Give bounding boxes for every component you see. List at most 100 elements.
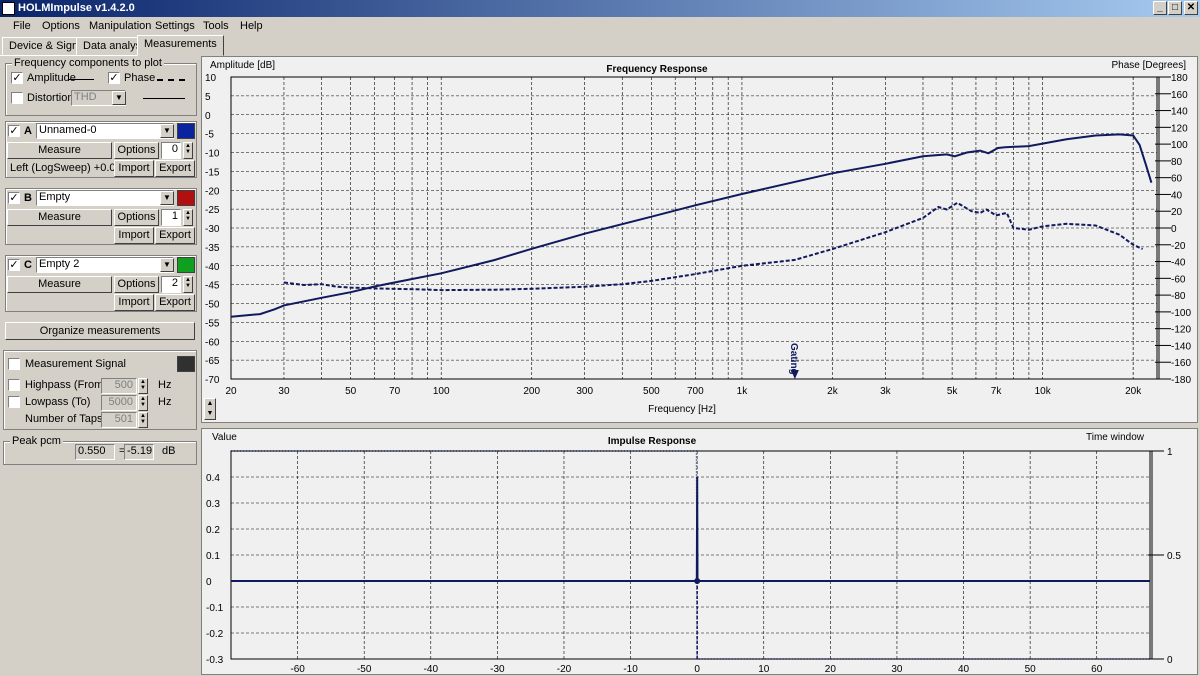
- x-tick-label: 100: [433, 386, 450, 397]
- organize-measurements-button[interactable]: Organize measurements: [5, 322, 195, 340]
- y2-tick-label: 180: [1171, 73, 1188, 84]
- measurement-c-index[interactable]: 2: [161, 276, 181, 293]
- chevron-down-icon[interactable]: ▼: [160, 258, 174, 272]
- y-tick-label: -45: [205, 281, 220, 292]
- menu-tools[interactable]: Tools: [203, 20, 229, 32]
- x-tick-label: 5k: [947, 386, 959, 397]
- x-tick-label: 3k: [880, 386, 892, 397]
- impulse-marker: [694, 578, 701, 584]
- measure-b-button[interactable]: Measure: [7, 209, 112, 226]
- x-tick-label: -60: [290, 664, 305, 675]
- amplitude-checkbox[interactable]: ✓: [11, 72, 23, 84]
- measurement-b-name[interactable]: Empty: [36, 190, 174, 206]
- measurement-a-color[interactable]: [177, 123, 195, 139]
- measurement-signal-checkbox[interactable]: [8, 358, 20, 370]
- measurement-c-color[interactable]: [177, 257, 195, 273]
- y2-tick-label: 0: [1171, 224, 1177, 235]
- x-tick-label: 50: [345, 386, 357, 397]
- menu-options[interactable]: Options: [42, 20, 80, 32]
- y-tick-label: -0.2: [206, 629, 224, 640]
- scroll-arrows-icon[interactable]: ▲ ▼: [204, 398, 216, 420]
- menu-manipulation[interactable]: Manipulation: [89, 20, 151, 32]
- minimize-button[interactable]: _: [1153, 1, 1167, 15]
- x-tick-label: 30: [891, 664, 903, 675]
- x-tick-label: 60: [1091, 664, 1103, 675]
- y-tick-label: -70: [205, 375, 220, 386]
- highpass-checkbox[interactable]: [8, 379, 20, 391]
- y-tick-label: 0: [205, 111, 211, 122]
- measure-a-button[interactable]: Measure: [7, 142, 112, 159]
- gating-marker[interactable]: Gating: [788, 343, 799, 379]
- phase-axis-label: Phase [Degrees]: [1112, 60, 1187, 71]
- amplitude-label: Amplitude: [27, 72, 76, 84]
- y-tick-label: -20: [205, 186, 220, 197]
- measurement-b-index[interactable]: 1: [161, 209, 181, 226]
- menu-help[interactable]: Help: [240, 20, 263, 32]
- x-tick-label: 300: [576, 386, 593, 397]
- y2-tick-label: -120: [1171, 325, 1191, 336]
- measurement-c-name[interactable]: Empty 2: [36, 257, 174, 273]
- maximize-button[interactable]: □: [1168, 1, 1182, 15]
- x-tick-label: 200: [523, 386, 540, 397]
- lowpass-input[interactable]: 5000: [101, 395, 137, 411]
- time-window-axis-label: Time window: [1086, 432, 1145, 443]
- measurement-b-checkbox[interactable]: ✓: [8, 192, 20, 204]
- spinner-icon[interactable]: ▲ ▼: [138, 395, 148, 411]
- impulse-response-chart[interactable]: -60 -50 -40 -30 -20 -10 0 10 20 30 40 50 600.40.30.2…: [202, 429, 1199, 676]
- y-tick-label: -50: [205, 300, 220, 311]
- frequency-response-panel: 10 5 0 -5 -10 -15 -20 -25 -30 -35 -40 -45 -50 -55 -60-…: [201, 56, 1198, 423]
- chevron-down-icon[interactable]: ▼: [160, 124, 174, 138]
- distortion-checkbox[interactable]: [11, 92, 23, 104]
- measurement-a-index[interactable]: 0: [161, 142, 181, 159]
- export-b-button[interactable]: Export: [155, 227, 195, 244]
- y2-tick-label: 20: [1171, 207, 1183, 218]
- close-button[interactable]: ✕: [1184, 1, 1198, 15]
- measurement-b-color[interactable]: [177, 190, 195, 206]
- x-tick-label: 1k: [737, 386, 749, 397]
- spinner-icon[interactable]: ▲ ▼: [183, 209, 193, 226]
- x-tick-label: 700: [687, 386, 704, 397]
- export-c-button[interactable]: Export: [155, 294, 195, 311]
- y2-tick-label: 60: [1171, 174, 1183, 185]
- x-tick-label: 50: [1025, 664, 1037, 675]
- import-a-button[interactable]: Import: [114, 160, 154, 177]
- measurement-c-letter: C: [24, 259, 32, 271]
- chevron-down-icon[interactable]: ▼: [112, 91, 126, 105]
- measurement-a-name[interactable]: Unnamed-0: [36, 123, 174, 139]
- y-tick-label: 5: [205, 92, 211, 103]
- frequency-response-title: Frequency Response: [606, 64, 708, 75]
- taps-label: Number of Taps: [25, 413, 103, 425]
- options-a-button[interactable]: Options: [114, 142, 159, 159]
- import-c-button[interactable]: Import: [114, 294, 154, 311]
- measurement-c-checkbox[interactable]: ✓: [8, 259, 20, 271]
- highpass-input[interactable]: 500: [101, 378, 137, 394]
- app-icon: [2, 2, 15, 15]
- window-title: HOLMImpulse v1.4.2.0: [18, 2, 135, 14]
- phase-label: Phase: [124, 72, 156, 84]
- spinner-icon[interactable]: ▲ ▼: [138, 412, 148, 428]
- tab-measurements[interactable]: Measurements: [137, 35, 224, 56]
- options-c-button[interactable]: Options: [114, 276, 159, 293]
- menu-file[interactable]: File: [13, 20, 31, 32]
- lowpass-checkbox[interactable]: [8, 396, 20, 408]
- phase-checkbox[interactable]: ✓: [108, 72, 120, 84]
- options-b-button[interactable]: Options: [114, 209, 159, 226]
- chevron-down-icon[interactable]: ▼: [160, 191, 174, 205]
- y-tick-label: -15: [205, 167, 220, 178]
- taps-input[interactable]: 501: [101, 412, 137, 428]
- menu-settings[interactable]: Settings: [155, 20, 195, 32]
- y2-tick-label: -20: [1171, 241, 1186, 252]
- spinner-icon[interactable]: ▲ ▼: [183, 142, 193, 159]
- measurement-a-checkbox[interactable]: ✓: [8, 125, 20, 137]
- measurement-signal-color[interactable]: [177, 356, 195, 372]
- spinner-icon[interactable]: ▲ ▼: [138, 378, 148, 394]
- measure-c-button[interactable]: Measure: [7, 276, 112, 293]
- y2-tick-label: -80: [1171, 291, 1186, 302]
- import-b-button[interactable]: Import: [114, 227, 154, 244]
- export-a-button[interactable]: Export: [155, 160, 195, 177]
- x-tick-label: 7k: [991, 386, 1003, 397]
- frequency-response-chart[interactable]: 1050-5-10-15-20-25-30-35-40-45-50-55-60-…: [202, 57, 1199, 424]
- spinner-icon[interactable]: ▲ ▼: [183, 276, 193, 293]
- x-tick-label: 70: [389, 386, 401, 397]
- impulse-response-title: Impulse Response: [608, 436, 697, 447]
